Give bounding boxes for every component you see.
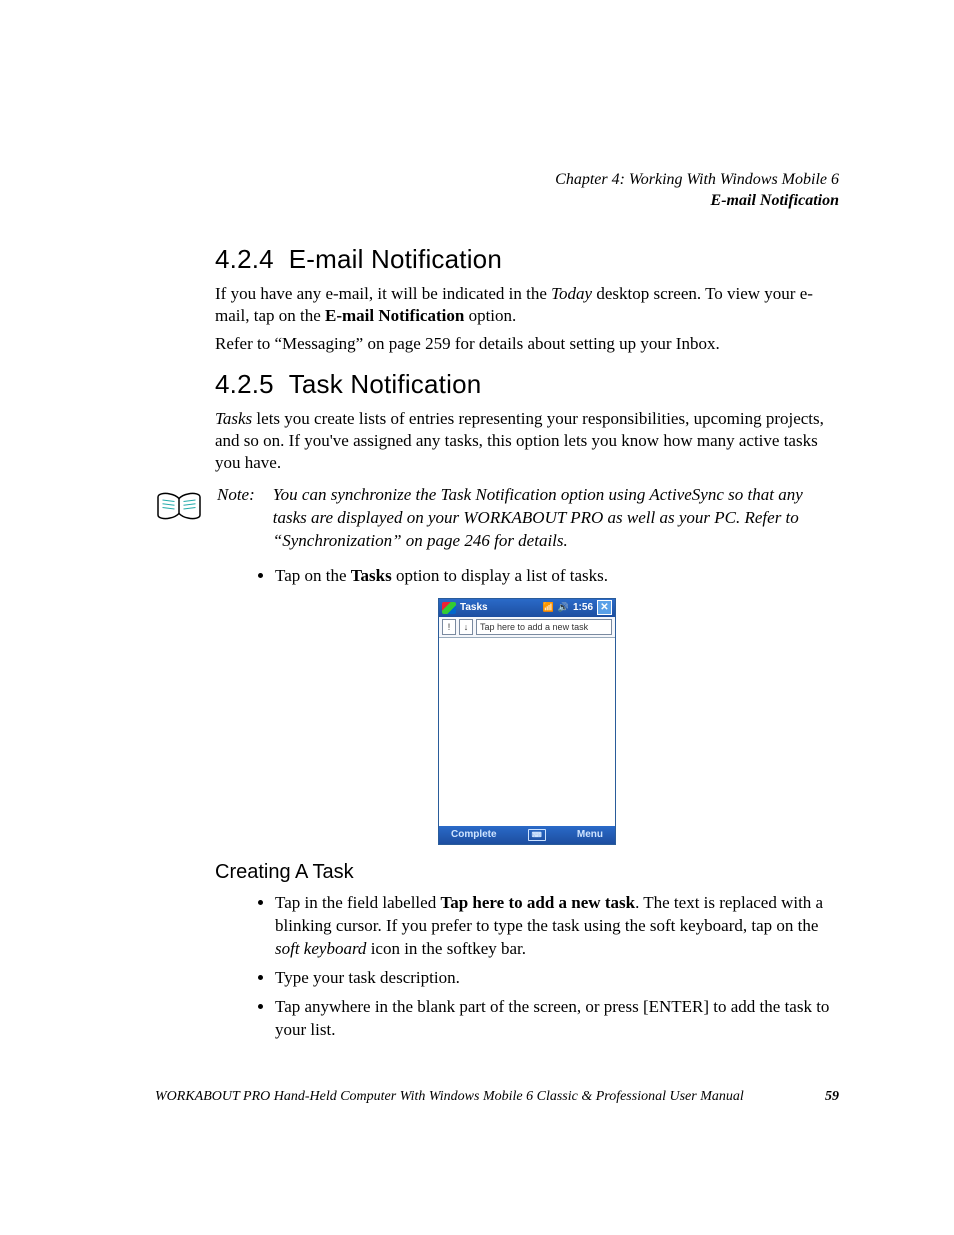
- softkey-complete: Complete: [451, 829, 497, 840]
- bullet-list: Tap on the Tasks option to display a lis…: [215, 565, 839, 588]
- chapter-line: Chapter 4: Working With Windows Mobile 6: [155, 170, 839, 191]
- device-time: 1:56: [573, 602, 593, 613]
- note-body: You can synchronize the Task Notificatio…: [273, 484, 839, 553]
- bullet-list: Tap in the field labelled Tap here to ad…: [215, 892, 839, 1042]
- list-item: Tap anywhere in the blank part of the sc…: [275, 996, 839, 1042]
- priority-high-icon: !: [442, 619, 456, 635]
- note-block: Note: You can synchronize the Task Notif…: [155, 484, 839, 553]
- priority-low-icon: ↓: [459, 619, 473, 635]
- book-icon: [155, 486, 203, 526]
- list-item: Tap on the Tasks option to display a lis…: [275, 565, 839, 588]
- paragraph: Tasks lets you create lists of entries r…: [215, 408, 839, 474]
- subsection-heading-creating: Creating A Task: [215, 861, 839, 884]
- topic-line: E-mail Notification: [155, 191, 839, 212]
- device-frame: Tasks 📶 🔊 1:56 ✕ ! ↓ Tap here to add a n…: [438, 598, 616, 845]
- add-task-field: Tap here to add a new task: [476, 619, 612, 635]
- list-item: Tap in the field labelled Tap here to ad…: [275, 892, 839, 961]
- device-body: [439, 638, 615, 826]
- tasks-screenshot: Tasks 📶 🔊 1:56 ✕ ! ↓ Tap here to add a n…: [215, 598, 839, 845]
- device-title: Tasks: [460, 602, 488, 613]
- device-softkey-bar: Complete ⌨ Menu: [439, 826, 615, 844]
- page-number: 59: [825, 1089, 839, 1105]
- paragraph: Refer to “Messaging” on page 259 for det…: [215, 333, 839, 355]
- start-flag-icon: [442, 602, 456, 614]
- note-label: Note:: [217, 484, 255, 553]
- softkey-menu: Menu: [577, 829, 603, 840]
- device-toolbar: ! ↓ Tap here to add a new task: [439, 617, 615, 638]
- page-footer: WORKABOUT PRO Hand-Held Computer With Wi…: [155, 1089, 839, 1105]
- paragraph: If you have any e-mail, it will be indic…: [215, 283, 839, 327]
- footer-text: WORKABOUT PRO Hand-Held Computer With Wi…: [155, 1089, 744, 1105]
- section-heading-email: 4.2.4 E-mail Notification: [215, 244, 839, 275]
- device-titlebar: Tasks 📶 🔊 1:56 ✕: [439, 599, 615, 617]
- page-header: Chapter 4: Working With Windows Mobile 6…: [155, 170, 839, 212]
- keyboard-icon: ⌨: [528, 829, 546, 841]
- close-icon: ✕: [597, 600, 612, 615]
- section-heading-task: 4.2.5 Task Notification: [215, 369, 839, 400]
- speaker-icon: 🔊: [558, 602, 569, 613]
- signal-icon: 📶: [543, 602, 554, 613]
- list-item: Type your task description.: [275, 967, 839, 990]
